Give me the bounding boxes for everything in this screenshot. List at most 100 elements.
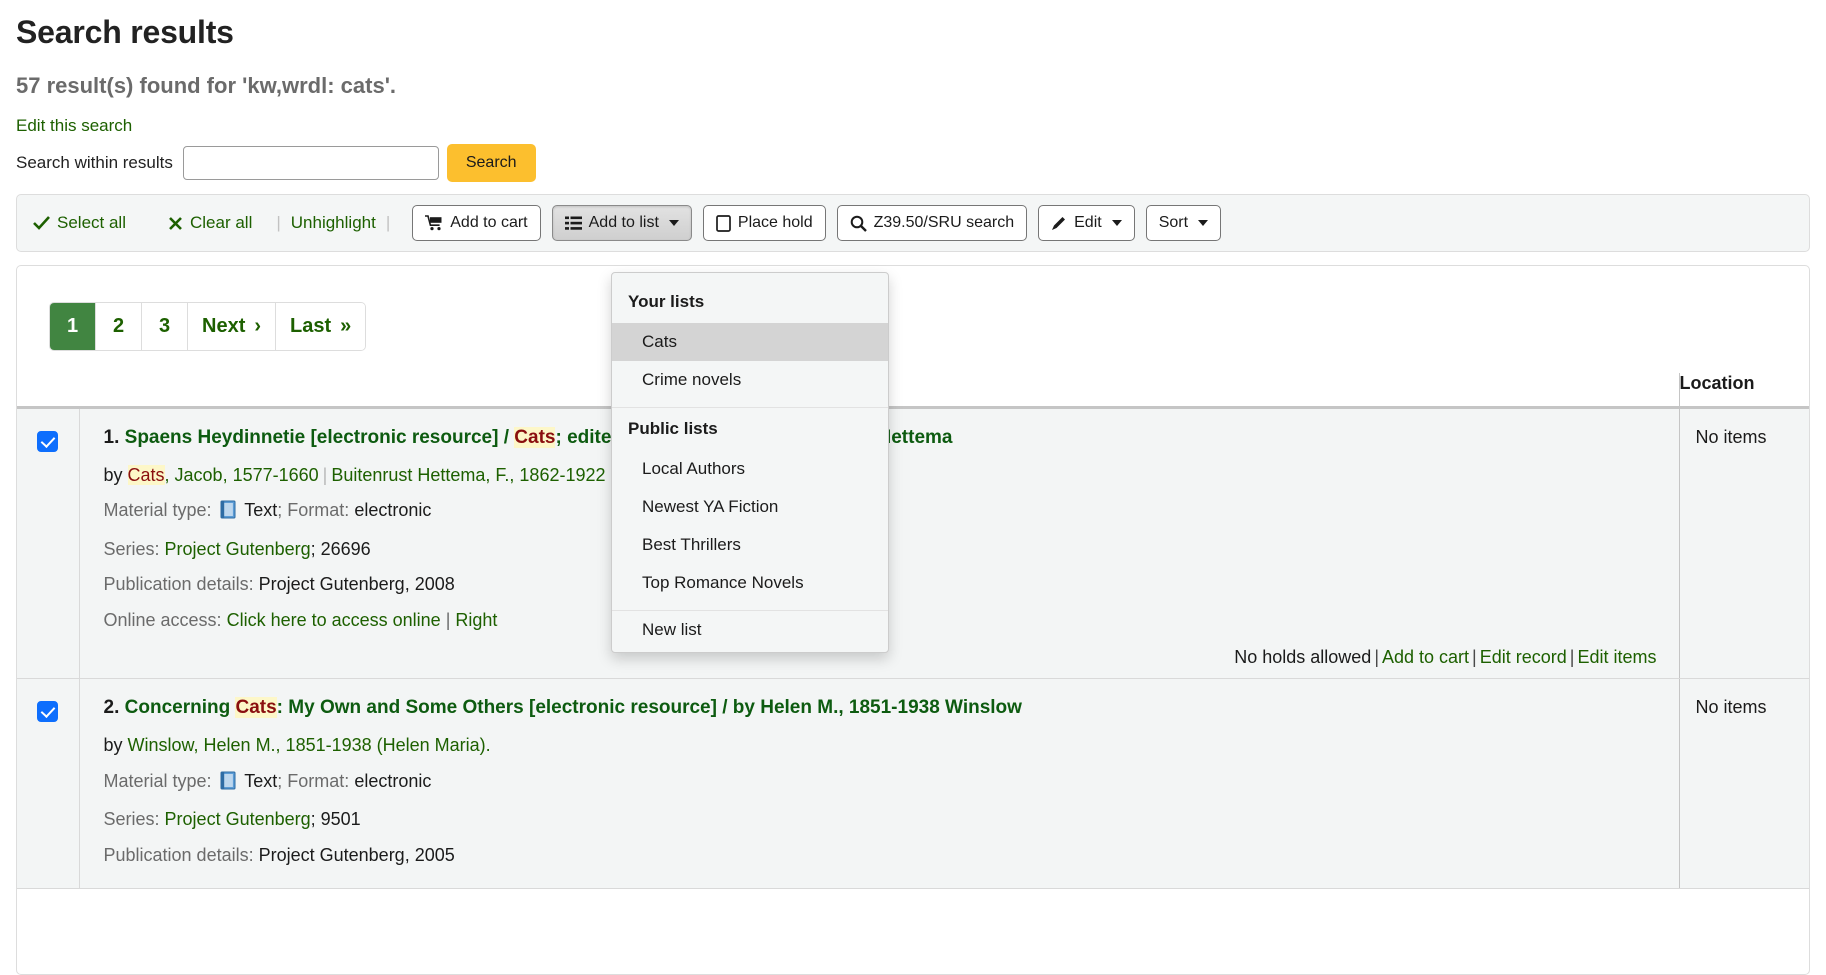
dropdown-item-best-thrillers[interactable]: Best Thrillers (612, 526, 888, 564)
publication-value: Project Gutenberg, 2005 (259, 845, 455, 865)
search-button[interactable]: Search (447, 144, 536, 182)
book-icon (220, 771, 237, 798)
publication-label: Publication details: (104, 574, 254, 594)
place-hold-label: Place hold (738, 214, 813, 232)
dropdown-item-crime-novels[interactable]: Crime novels (612, 361, 888, 399)
format-label: Format: (287, 500, 349, 520)
series-link[interactable]: Project Gutenberg (165, 809, 311, 829)
format-value: electronic (354, 500, 431, 520)
z3950-search-label: Z39.50/SRU search (874, 214, 1015, 232)
row-location-cell: No items (1679, 679, 1810, 889)
material-type-value: Text (244, 500, 277, 520)
record-title-link[interactable]: Concerning Cats: My Own and Some Others … (125, 697, 1022, 718)
online-access-link-2[interactable]: Right (455, 610, 497, 630)
author-link-primary[interactable]: Winslow, Helen M., 1851-1938 (Helen Mari… (128, 735, 491, 755)
edit-button[interactable]: Edit (1038, 205, 1135, 241)
record-number: 2. (104, 697, 120, 718)
record-title-pre: Spaens Heydinnetie [electronic resource]… (125, 427, 515, 448)
row-record-cell: 2. Concerning Cats: My Own and Some Othe… (79, 679, 1679, 889)
row-checkbox-cell (17, 408, 79, 679)
hold-page-icon (716, 215, 731, 232)
search-within-label: Search within results (16, 153, 173, 173)
double-chevron-right-icon: » (340, 315, 351, 338)
results-summary: 57 result(s) found for 'kw,wrdl: cats'. (16, 73, 1810, 99)
check-icon (33, 216, 50, 231)
publication-label: Publication details: (104, 845, 254, 865)
record-material-type: Material type: Text; Format: electronic (104, 769, 1663, 798)
chevron-down-icon (669, 220, 679, 226)
byline-prefix: by (104, 465, 128, 485)
book-icon (220, 500, 237, 527)
series-rest: ; 9501 (311, 809, 361, 829)
author-highlight: Cats (128, 465, 165, 485)
edit-this-search-link[interactable]: Edit this search (16, 116, 132, 136)
record-byline: by Winslow, Helen M., 1851-1938 (Helen M… (104, 733, 1663, 759)
dropdown-item-local-authors[interactable]: Local Authors (612, 450, 888, 488)
z3950-search-button[interactable]: Z39.50/SRU search (837, 205, 1028, 241)
place-hold-button[interactable]: Place hold (703, 205, 826, 241)
dropdown-item-newest-ya-fiction[interactable]: Newest YA Fiction (612, 488, 888, 526)
series-label: Series: (104, 539, 160, 559)
material-type-value: Text (244, 771, 277, 791)
unhighlight-button[interactable]: Unhighlight (291, 213, 376, 233)
select-record-checkbox[interactable] (37, 431, 58, 452)
dropdown-item-top-romance-novels[interactable]: Top Romance Novels (612, 564, 888, 602)
material-type-label: Material type: (104, 771, 212, 791)
add-to-list-label: Add to list (589, 214, 659, 232)
publication-value: Project Gutenberg, 2008 (259, 574, 455, 594)
public-lists-header: Public lists (612, 408, 888, 450)
clear-all-label: Clear all (190, 213, 252, 233)
search-results-page: Search results 57 result(s) found for 'k… (0, 14, 1826, 975)
record-title: 2. Concerning Cats: My Own and Some Othe… (104, 695, 1663, 721)
format-label: Format: (287, 771, 349, 791)
row-checkbox-cell (17, 679, 79, 889)
results-table-header-row: Location (17, 373, 1810, 408)
author-link-secondary[interactable]: Buitenrust Hettema, F., 1862-1922 (331, 465, 605, 485)
chevron-down-icon (1112, 220, 1122, 226)
pagination: 1 2 3 Next › Last » (49, 302, 366, 351)
cart-icon (425, 215, 443, 231)
next-page-button[interactable]: Next › (188, 303, 276, 350)
list-icon (565, 216, 582, 231)
row-edit-items-link[interactable]: Edit items (1577, 647, 1656, 667)
add-to-cart-label: Add to cart (450, 214, 527, 232)
row-edit-record-link[interactable]: Edit record (1480, 647, 1567, 667)
author-link-primary[interactable]: Cats, Jacob, 1577-1660 (128, 465, 319, 485)
add-to-cart-button[interactable]: Add to cart (412, 205, 540, 241)
record-title-highlight: Cats (235, 697, 276, 718)
dropdown-item-cats[interactable]: Cats (612, 323, 888, 361)
author-rest: , Jacob, 1577-1660 (165, 465, 319, 485)
next-page-label: Next (202, 315, 245, 338)
record-series: Series: Project Gutenberg; 9501 (104, 807, 1663, 833)
series-link[interactable]: Project Gutenberg (165, 539, 311, 559)
pencil-icon (1051, 215, 1067, 231)
sort-button[interactable]: Sort (1146, 205, 1221, 241)
last-page-label: Last (290, 315, 331, 338)
online-access-link[interactable]: Click here to access online (227, 610, 441, 630)
page-2-button[interactable]: 2 (96, 303, 142, 350)
dropdown-item-new-list[interactable]: New list (612, 611, 888, 652)
format-value: electronic (354, 771, 431, 791)
series-rest: ; 26696 (311, 539, 371, 559)
search-within-input[interactable] (183, 146, 439, 180)
table-row: 1. Spaens Heydinnetie [electronic resour… (17, 408, 1810, 679)
page-3-button[interactable]: 3 (142, 303, 188, 350)
material-type-label: Material type: (104, 500, 212, 520)
page-1-button[interactable]: 1 (50, 303, 96, 350)
toolbar-separator-right: | (386, 213, 390, 233)
last-page-button[interactable]: Last » (276, 303, 365, 350)
add-to-list-button[interactable]: Add to list (552, 205, 692, 241)
row-add-to-cart-link[interactable]: Add to cart (1382, 647, 1469, 667)
column-header-location: Location (1679, 373, 1810, 408)
toolbar-separator-left: | (276, 213, 280, 233)
select-all-label: Select all (57, 213, 126, 233)
select-record-checkbox[interactable] (37, 701, 58, 722)
record-publication-details: Publication details: Project Gutenberg, … (104, 843, 1663, 869)
holds-status: No holds allowed (1234, 647, 1371, 667)
series-label: Series: (104, 809, 160, 829)
online-access-label: Online access: (104, 610, 222, 630)
select-all-button[interactable]: Select all (33, 213, 126, 233)
clear-all-button[interactable]: Clear all (168, 213, 252, 233)
table-row: 2. Concerning Cats: My Own and Some Othe… (17, 679, 1810, 889)
byline-prefix: by (104, 735, 128, 755)
